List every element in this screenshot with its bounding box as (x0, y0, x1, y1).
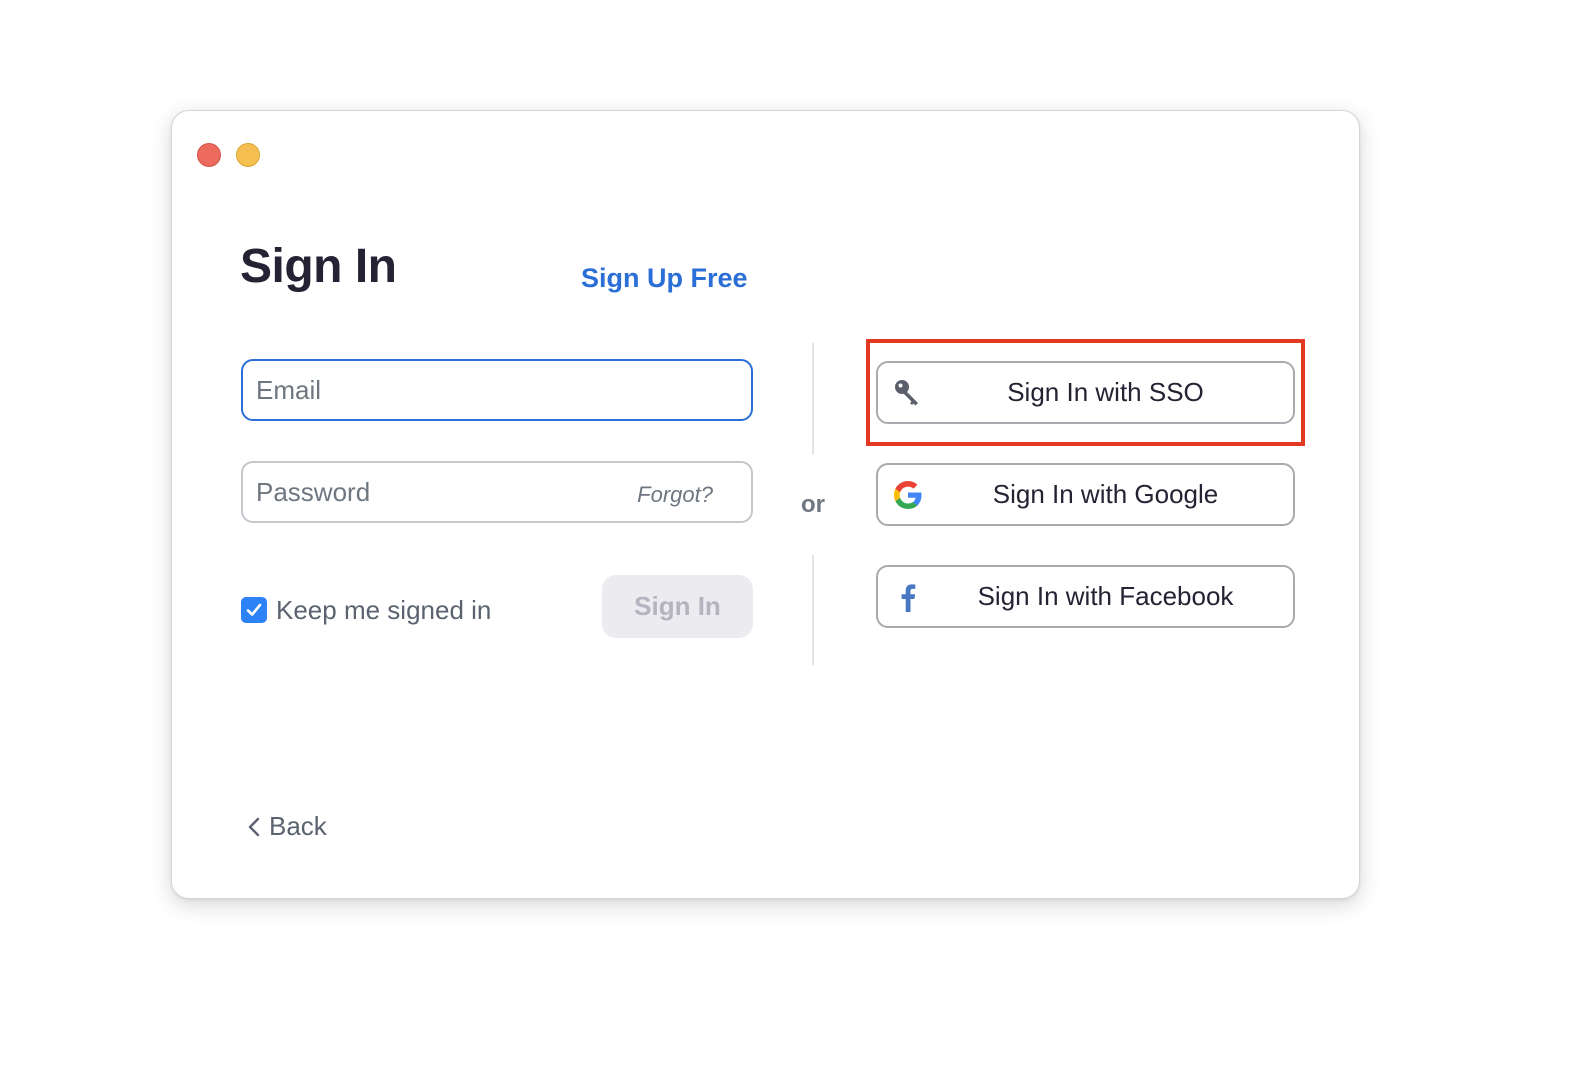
window-close-button[interactable] (197, 143, 221, 167)
keep-signed-in-row[interactable]: Keep me signed in (241, 595, 491, 625)
password-field[interactable]: Forgot? (241, 461, 753, 523)
back-label: Back (269, 811, 327, 841)
sign-in-sso-label: Sign In with SSO (1007, 377, 1204, 407)
sign-in-google-label: Sign In with Google (992, 479, 1219, 509)
email-input[interactable] (256, 361, 616, 419)
divider-top (812, 343, 814, 455)
sign-in-facebook-label: Sign In with Facebook (977, 581, 1234, 611)
sign-in-facebook-button[interactable]: Sign In with Facebook (876, 565, 1295, 628)
forgot-password-link[interactable]: Forgot? (637, 482, 713, 508)
sign-in-google-button[interactable]: Sign In with Google (876, 463, 1295, 526)
password-input[interactable] (256, 463, 616, 521)
keep-signed-in-label: Keep me signed in (276, 594, 492, 625)
sign-up-free-link[interactable]: Sign Up Free (581, 263, 748, 294)
email-field[interactable] (241, 359, 753, 421)
signin-window: Sign In Sign Up Free Forgot? Keep me sig… (171, 110, 1360, 899)
divider-bottom (812, 555, 814, 665)
keep-signed-in-checkbox[interactable] (241, 597, 267, 623)
sign-in-sso-button[interactable]: Sign In with SSO (876, 361, 1295, 424)
back-button[interactable]: Back (246, 811, 327, 842)
chevron-left-icon (248, 817, 260, 836)
page-title: Sign In (240, 240, 397, 293)
checkmark-icon (246, 603, 262, 616)
sign-in-button[interactable]: Sign In (602, 575, 753, 638)
or-separator: or (801, 491, 825, 518)
window-minimize-button[interactable] (236, 143, 260, 167)
